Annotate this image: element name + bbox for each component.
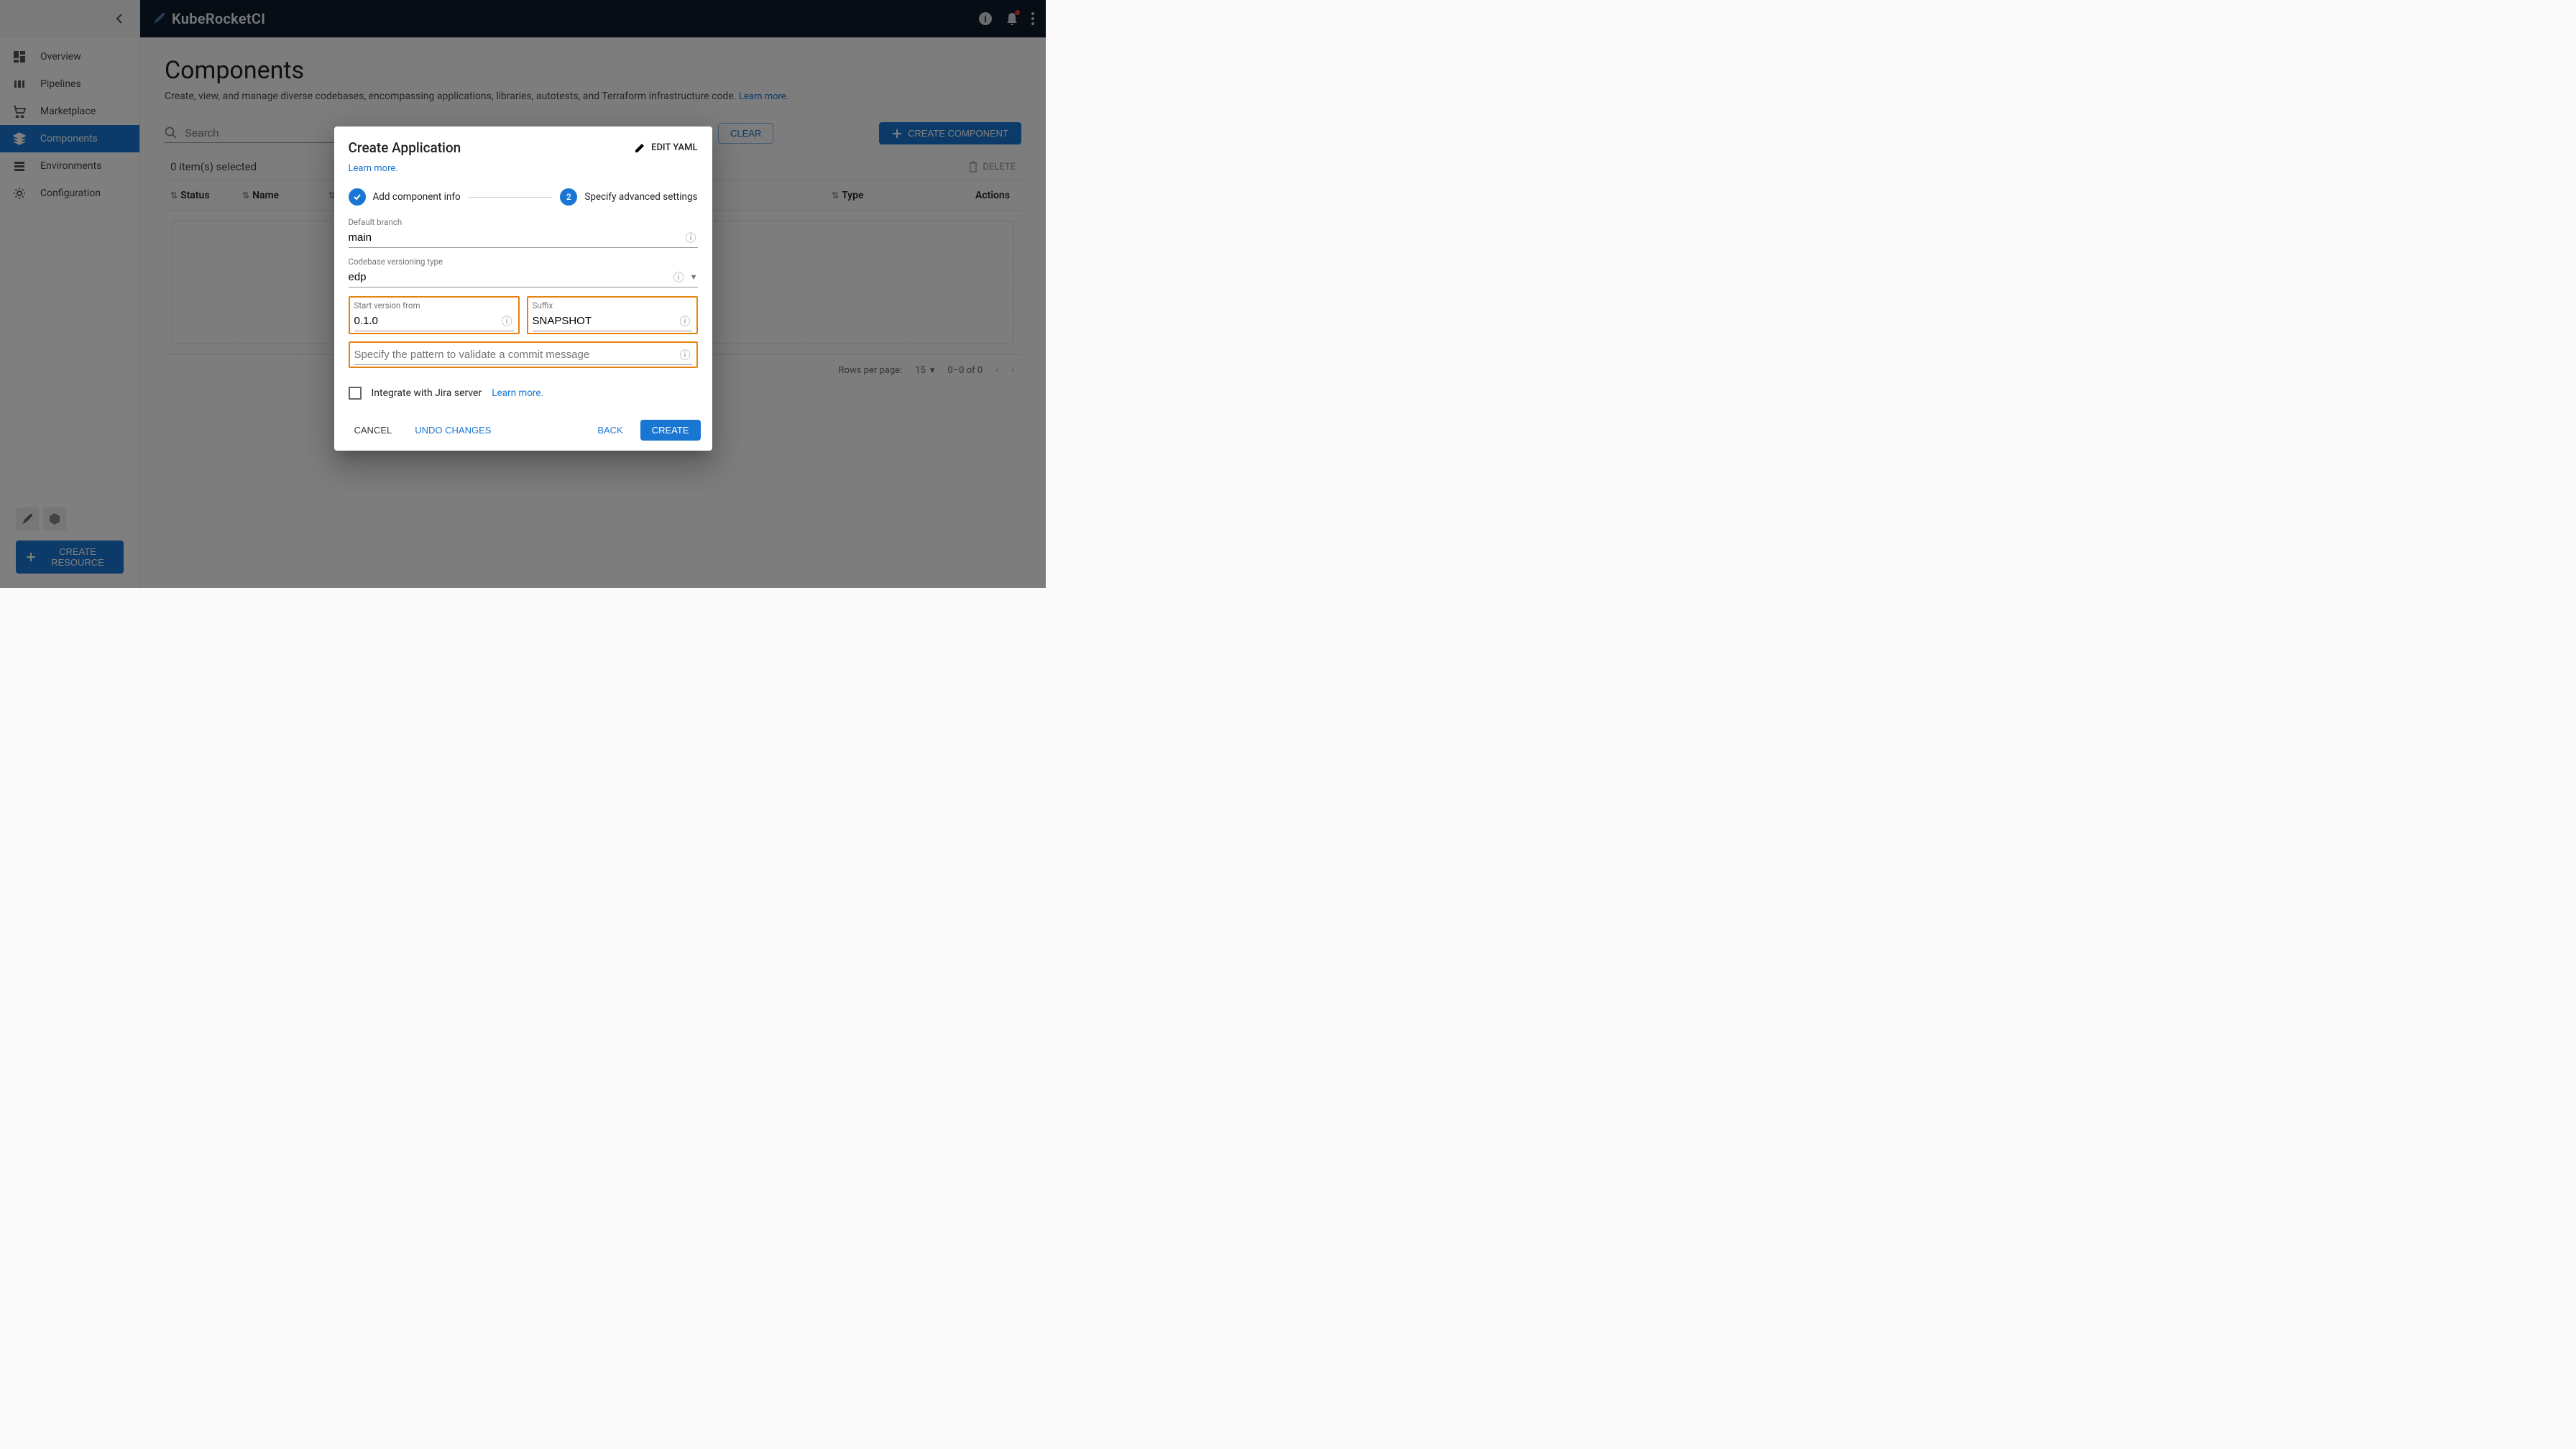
modal-learn-more-link[interactable]: Learn more. [349, 163, 398, 174]
info-icon[interactable]: ⓘ [672, 270, 686, 285]
info-icon[interactable]: ⓘ [500, 313, 513, 328]
pencil-icon [634, 142, 645, 154]
start-version-field-highlight: Start version from ⓘ [349, 296, 520, 334]
create-application-modal: Create Application EDIT YAML Learn more.… [334, 126, 712, 451]
commit-pattern-field-highlight: ⓘ [349, 341, 698, 368]
suffix-input[interactable] [533, 315, 678, 327]
cancel-button[interactable]: CANCEL [349, 420, 398, 440]
chevron-down-icon[interactable]: ▼ [686, 272, 698, 282]
field-label: Codebase versioning type [349, 257, 698, 267]
suffix-field-highlight: Suffix ⓘ [527, 296, 698, 334]
jira-label: Integrate with Jira server [372, 387, 482, 399]
field-label: Default branch [349, 217, 698, 227]
default-branch-input[interactable] [349, 231, 684, 244]
check-icon [349, 188, 366, 206]
jira-checkbox[interactable] [349, 387, 362, 400]
versioning-type-field: Codebase versioning type ⓘ ▼ [349, 257, 698, 288]
info-icon[interactable]: ⓘ [678, 313, 691, 328]
versioning-type-select[interactable] [349, 271, 672, 283]
edit-yaml-button[interactable]: EDIT YAML [634, 142, 697, 154]
modal-title: Create Application [349, 139, 461, 156]
back-button[interactable]: BACK [592, 420, 628, 440]
info-icon[interactable]: ⓘ [678, 347, 691, 362]
field-label: Start version from [354, 300, 514, 310]
modal-overlay[interactable]: Create Application EDIT YAML Learn more.… [0, 0, 1046, 588]
stepper: Add component info 2 Specify advanced se… [334, 184, 712, 217]
commit-pattern-input[interactable] [354, 349, 678, 361]
jira-learn-more-link[interactable]: Learn more. [492, 387, 543, 399]
step-2[interactable]: 2 Specify advanced settings [560, 188, 697, 206]
create-button[interactable]: CREATE [640, 420, 701, 441]
step-1[interactable]: Add component info [349, 188, 461, 206]
undo-changes-button[interactable]: UNDO CHANGES [409, 420, 497, 440]
field-label: Suffix [533, 300, 692, 310]
start-version-input[interactable] [354, 315, 500, 327]
info-icon[interactable]: ⓘ [684, 230, 697, 245]
default-branch-field: Default branch ⓘ [349, 217, 698, 248]
